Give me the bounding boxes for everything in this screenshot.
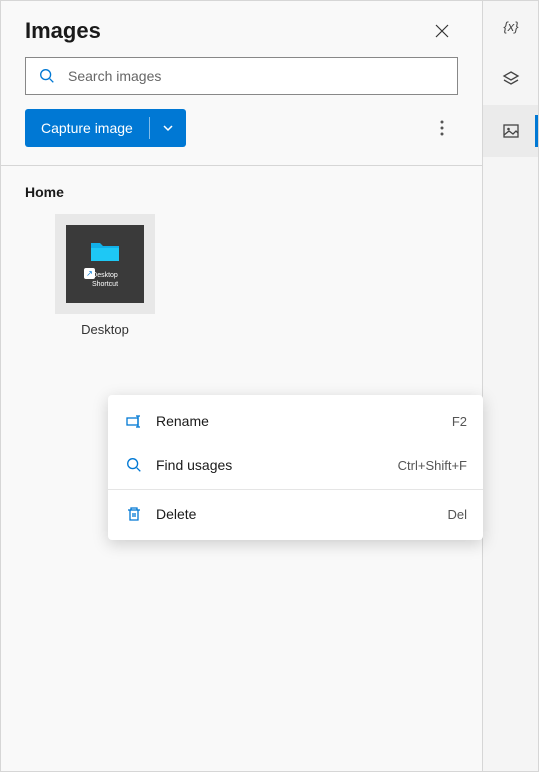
menu-divider — [108, 489, 483, 490]
menu-label: Rename — [156, 413, 440, 429]
menu-label: Find usages — [156, 457, 386, 473]
variables-icon: {x} — [501, 17, 521, 37]
capture-image-button[interactable]: Capture image — [25, 109, 186, 147]
image-thumbnail[interactable]: ↗ Desktop Shortcut — [55, 214, 155, 314]
images-panel: Images Capture image Home — [0, 0, 483, 772]
menu-item-find-usages[interactable]: Find usages Ctrl+Shift+F — [108, 443, 483, 487]
capture-image-label[interactable]: Capture image — [25, 109, 149, 147]
capture-dropdown-button[interactable] — [150, 109, 186, 147]
menu-shortcut: F2 — [452, 414, 467, 429]
overflow-menu-button[interactable] — [426, 112, 458, 144]
layers-icon — [501, 69, 521, 89]
menu-shortcut: Del — [447, 507, 467, 522]
sidebar-item-layers[interactable] — [483, 53, 538, 105]
content-area: Home ↗ Desktop Shortcut Desktop — [1, 166, 482, 355]
sidebar-item-variables[interactable]: {x} — [483, 1, 538, 53]
search-icon — [124, 456, 144, 474]
right-sidebar: {x} — [483, 0, 539, 772]
search-box[interactable] — [25, 57, 458, 95]
close-button[interactable] — [426, 15, 458, 47]
image-name: Desktop — [81, 322, 129, 337]
section-title: Home — [25, 184, 458, 200]
search-icon — [38, 67, 56, 85]
menu-item-delete[interactable]: Delete Del — [108, 492, 483, 536]
more-vertical-icon — [440, 120, 444, 136]
context-menu: Rename F2 Find usages Ctrl+Shift+F Delet… — [108, 395, 483, 540]
toolbar: Capture image — [1, 109, 482, 165]
panel-title: Images — [25, 18, 101, 44]
sidebar-item-images[interactable] — [483, 105, 538, 157]
menu-label: Delete — [156, 506, 435, 522]
image-item[interactable]: ↗ Desktop Shortcut Desktop — [55, 214, 155, 337]
folder-icon — [89, 239, 121, 270]
panel-header: Images — [1, 1, 482, 57]
chevron-down-icon — [162, 122, 174, 134]
rename-icon — [124, 412, 144, 430]
search-input[interactable] — [68, 68, 445, 84]
menu-shortcut: Ctrl+Shift+F — [398, 458, 467, 473]
close-icon — [435, 24, 449, 38]
image-icon — [501, 121, 521, 141]
delete-icon — [124, 505, 144, 523]
search-container — [1, 57, 482, 109]
menu-item-rename[interactable]: Rename F2 — [108, 399, 483, 443]
svg-text:{x}: {x} — [503, 19, 519, 34]
thumbnail-preview: ↗ Desktop Shortcut — [66, 225, 144, 303]
shortcut-overlay-icon: ↗ — [84, 268, 95, 279]
thumbnail-inner-label: Desktop Shortcut — [92, 272, 118, 288]
